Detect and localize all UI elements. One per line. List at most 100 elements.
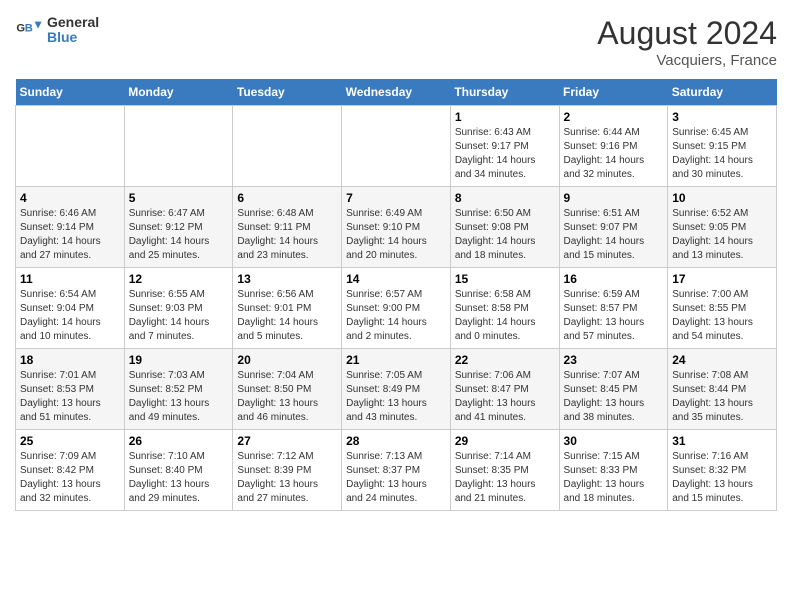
- day-info: Sunrise: 7:12 AM Sunset: 8:39 PM Dayligh…: [237, 450, 337, 506]
- day-info: Sunrise: 6:49 AM Sunset: 9:10 PM Dayligh…: [346, 207, 446, 263]
- location: Vacquiers, France: [597, 52, 777, 69]
- day-number: 18: [20, 353, 120, 367]
- day-info: Sunrise: 7:16 AM Sunset: 8:32 PM Dayligh…: [672, 450, 772, 506]
- day-info: Sunrise: 6:58 AM Sunset: 8:58 PM Dayligh…: [455, 288, 555, 344]
- calendar-cell: 10 Sunrise: 6:52 AM Sunset: 9:05 PM Dayli…: [668, 187, 777, 268]
- day-info: Sunrise: 7:05 AM Sunset: 8:49 PM Dayligh…: [346, 369, 446, 425]
- day-header-tuesday: Tuesday: [233, 79, 342, 106]
- day-number: 11: [20, 272, 120, 286]
- day-info: Sunrise: 6:55 AM Sunset: 9:03 PM Dayligh…: [129, 288, 229, 344]
- calendar-cell: 16Sunrise: 6:59 AM Sunset: 8:57 PM Dayli…: [559, 268, 668, 349]
- day-number: 26: [129, 434, 229, 448]
- day-info: Sunrise: 7:10 AM Sunset: 8:40 PM Dayligh…: [129, 450, 229, 506]
- day-number: 29: [455, 434, 555, 448]
- day-info: Sunrise: 7:14 AM Sunset: 8:35 PM Dayligh…: [455, 450, 555, 506]
- day-info: Sunrise: 6:50 AM Sunset: 9:08 PM Dayligh…: [455, 207, 555, 263]
- calendar-cell: [16, 106, 125, 187]
- logo-line2: Blue: [47, 30, 99, 45]
- calendar-cell: 2Sunrise: 6:44 AM Sunset: 9:16 PM Daylig…: [559, 106, 668, 187]
- day-info: Sunrise: 6:47 AM Sunset: 9:12 PM Dayligh…: [129, 207, 229, 263]
- logo-line1: General: [47, 15, 99, 30]
- calendar-cell: 7 Sunrise: 6:49 AM Sunset: 9:10 PM Daylig…: [342, 187, 451, 268]
- svg-text:B: B: [25, 23, 33, 35]
- day-number: 13: [237, 272, 337, 286]
- calendar-cell: 11 Sunrise: 6:54 AM Sunset: 9:04 PM Dayli…: [16, 268, 125, 349]
- day-number: 17: [672, 272, 772, 286]
- day-info: Sunrise: 7:01 AM Sunset: 8:53 PM Dayligh…: [20, 369, 120, 425]
- svg-text:G: G: [16, 23, 25, 35]
- calendar-cell: 1 Sunrise: 6:43 AM Sunset: 9:17 PM Daylig…: [450, 106, 559, 187]
- calendar-cell: 19Sunrise: 7:03 AM Sunset: 8:52 PM Dayli…: [124, 349, 233, 430]
- day-number: 8: [455, 191, 555, 205]
- calendar-week-5: 25Sunrise: 7:09 AM Sunset: 8:42 PM Dayli…: [16, 430, 777, 511]
- day-info: Sunrise: 7:06 AM Sunset: 8:47 PM Dayligh…: [455, 369, 555, 425]
- day-info: Sunrise: 6:56 AM Sunset: 9:01 PM Dayligh…: [237, 288, 337, 344]
- calendar-cell: 30Sunrise: 7:15 AM Sunset: 8:33 PM Dayli…: [559, 430, 668, 511]
- day-info: Sunrise: 6:54 AM Sunset: 9:04 PM Dayligh…: [20, 288, 120, 344]
- page-header: G B General Blue August 2024 Vacquiers, …: [15, 15, 777, 69]
- calendar-cell: 26 Sunrise: 7:10 AM Sunset: 8:40 PM Dayli…: [124, 430, 233, 511]
- month-year: August 2024: [597, 15, 777, 52]
- calendar-week-4: 18 Sunrise: 7:01 AM Sunset: 8:53 PM Dayli…: [16, 349, 777, 430]
- day-number: 2: [564, 110, 664, 124]
- day-info: Sunrise: 6:43 AM Sunset: 9:17 PM Dayligh…: [455, 126, 555, 182]
- day-number: 28: [346, 434, 446, 448]
- day-header-friday: Friday: [559, 79, 668, 106]
- calendar-table: SundayMondayTuesdayWednesdayThursdayFrid…: [15, 79, 777, 511]
- day-number: 22: [455, 353, 555, 367]
- calendar-week-3: 11 Sunrise: 6:54 AM Sunset: 9:04 PM Dayli…: [16, 268, 777, 349]
- calendar-cell: 27Sunrise: 7:12 AM Sunset: 8:39 PM Dayli…: [233, 430, 342, 511]
- day-info: Sunrise: 6:45 AM Sunset: 9:15 PM Dayligh…: [672, 126, 772, 182]
- day-number: 23: [564, 353, 664, 367]
- day-number: 12: [129, 272, 229, 286]
- calendar-cell: 28 Sunrise: 7:13 AM Sunset: 8:37 PM Dayli…: [342, 430, 451, 511]
- day-info: Sunrise: 7:00 AM Sunset: 8:55 PM Dayligh…: [672, 288, 772, 344]
- day-number: 5: [129, 191, 229, 205]
- calendar-cell: 4 Sunrise: 6:46 AM Sunset: 9:14 PM Daylig…: [16, 187, 125, 268]
- title-area: August 2024 Vacquiers, France: [597, 15, 777, 69]
- day-number: 20: [237, 353, 337, 367]
- day-number: 3: [672, 110, 772, 124]
- day-number: 4: [20, 191, 120, 205]
- day-number: 21: [346, 353, 446, 367]
- logo: G B General Blue: [15, 15, 99, 46]
- calendar-cell: 20 Sunrise: 7:04 AM Sunset: 8:50 PM Dayli…: [233, 349, 342, 430]
- day-info: Sunrise: 6:59 AM Sunset: 8:57 PM Dayligh…: [564, 288, 664, 344]
- calendar-cell: 5 Sunrise: 6:47 AM Sunset: 9:12 PM Daylig…: [124, 187, 233, 268]
- day-info: Sunrise: 7:13 AM Sunset: 8:37 PM Dayligh…: [346, 450, 446, 506]
- calendar-cell: 22 Sunrise: 7:06 AM Sunset: 8:47 PM Dayli…: [450, 349, 559, 430]
- day-info: Sunrise: 7:04 AM Sunset: 8:50 PM Dayligh…: [237, 369, 337, 425]
- day-number: 15: [455, 272, 555, 286]
- day-number: 7: [346, 191, 446, 205]
- calendar-cell: 29 Sunrise: 7:14 AM Sunset: 8:35 PM Dayli…: [450, 430, 559, 511]
- day-header-monday: Monday: [124, 79, 233, 106]
- day-info: Sunrise: 7:03 AM Sunset: 8:52 PM Dayligh…: [129, 369, 229, 425]
- calendar-header-row: SundayMondayTuesdayWednesdayThursdayFrid…: [16, 79, 777, 106]
- day-info: Sunrise: 6:52 AM Sunset: 9:05 PM Dayligh…: [672, 207, 772, 263]
- calendar-cell: 14Sunrise: 6:57 AM Sunset: 9:00 PM Dayli…: [342, 268, 451, 349]
- day-info: Sunrise: 6:48 AM Sunset: 9:11 PM Dayligh…: [237, 207, 337, 263]
- day-number: 24: [672, 353, 772, 367]
- calendar-cell: 18 Sunrise: 7:01 AM Sunset: 8:53 PM Dayli…: [16, 349, 125, 430]
- day-number: 10: [672, 191, 772, 205]
- calendar-cell: 25Sunrise: 7:09 AM Sunset: 8:42 PM Dayli…: [16, 430, 125, 511]
- day-info: Sunrise: 7:15 AM Sunset: 8:33 PM Dayligh…: [564, 450, 664, 506]
- calendar-cell: 17 Sunrise: 7:00 AM Sunset: 8:55 PM Dayli…: [668, 268, 777, 349]
- day-info: Sunrise: 6:57 AM Sunset: 9:00 PM Dayligh…: [346, 288, 446, 344]
- calendar-cell: [342, 106, 451, 187]
- day-info: Sunrise: 6:46 AM Sunset: 9:14 PM Dayligh…: [20, 207, 120, 263]
- calendar-cell: 24 Sunrise: 7:08 AM Sunset: 8:44 PM Dayli…: [668, 349, 777, 430]
- calendar-cell: 31 Sunrise: 7:16 AM Sunset: 8:32 PM Dayli…: [668, 430, 777, 511]
- logo-icon: G B: [15, 16, 43, 44]
- day-info: Sunrise: 6:51 AM Sunset: 9:07 PM Dayligh…: [564, 207, 664, 263]
- day-info: Sunrise: 7:08 AM Sunset: 8:44 PM Dayligh…: [672, 369, 772, 425]
- day-number: 1: [455, 110, 555, 124]
- day-header-sunday: Sunday: [16, 79, 125, 106]
- calendar-week-1: 1 Sunrise: 6:43 AM Sunset: 9:17 PM Daylig…: [16, 106, 777, 187]
- calendar-cell: 9Sunrise: 6:51 AM Sunset: 9:07 PM Daylig…: [559, 187, 668, 268]
- day-number: 31: [672, 434, 772, 448]
- calendar-cell: 13 Sunrise: 6:56 AM Sunset: 9:01 PM Dayli…: [233, 268, 342, 349]
- day-info: Sunrise: 7:07 AM Sunset: 8:45 PM Dayligh…: [564, 369, 664, 425]
- calendar-cell: [233, 106, 342, 187]
- calendar-week-2: 4 Sunrise: 6:46 AM Sunset: 9:14 PM Daylig…: [16, 187, 777, 268]
